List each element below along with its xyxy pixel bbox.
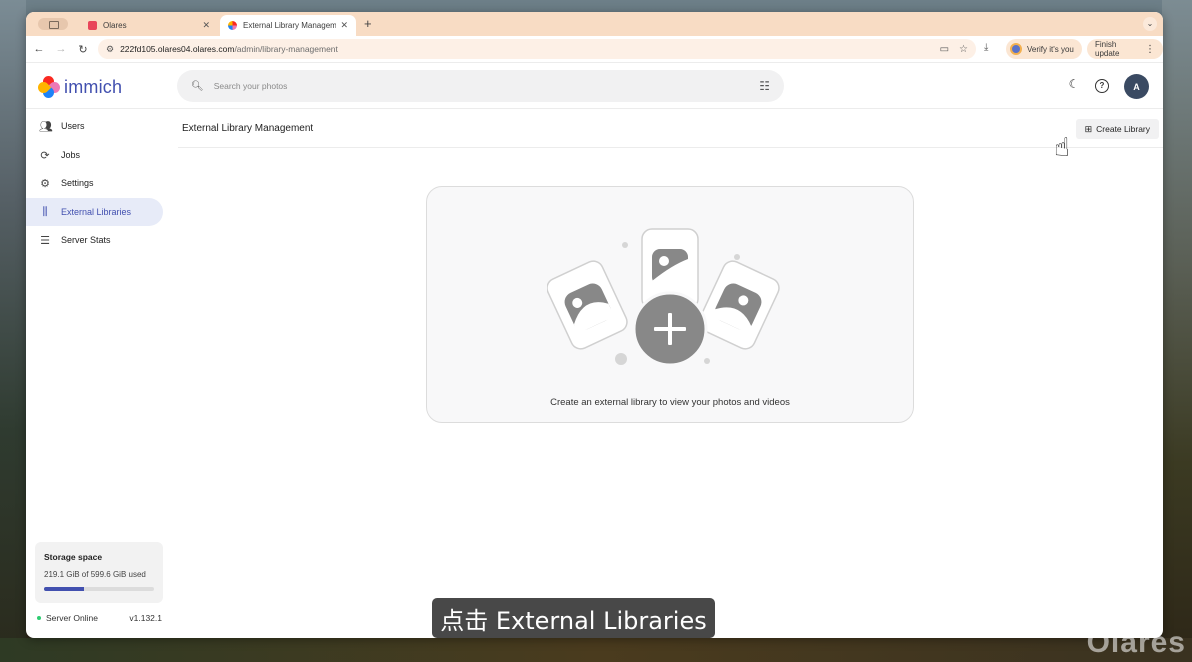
immich-favicon-icon xyxy=(228,21,237,30)
create-library-button[interactable]: ⊞ Create Library xyxy=(1075,119,1159,139)
profile-icon xyxy=(1010,43,1022,55)
tab-olares[interactable]: Olares ✕ xyxy=(80,15,218,36)
app-header: immich 🔍︎ ☷ ☾ ? A xyxy=(26,64,1163,109)
hand-pointer-cursor-icon: ☝ xyxy=(1054,132,1070,162)
user-avatar[interactable]: A xyxy=(1124,74,1149,99)
immich-logo[interactable]: immich xyxy=(35,73,123,101)
close-icon[interactable]: ✕ xyxy=(340,20,348,31)
immich-app: immich 🔍︎ ☷ ☾ ? A 👥︎ Users ⟳ Jobs ⚙ xyxy=(26,64,1163,638)
search-icon: 🔍︎ xyxy=(191,80,204,92)
server-status: Server Online v1.132.1 xyxy=(37,613,162,623)
tab-title: External Library Management xyxy=(243,21,337,30)
verify-profile-button[interactable]: Verify it's you xyxy=(1006,39,1082,59)
storage-used-text: 219.1 GiB of 599.6 GiB used xyxy=(44,570,146,579)
storage-card: Storage space 219.1 GiB of 599.6 GiB use… xyxy=(35,542,163,603)
server-version: v1.132.1 xyxy=(129,613,162,623)
site-settings-icon[interactable]: ⚙ xyxy=(106,44,114,55)
help-icon[interactable]: ? xyxy=(1095,79,1109,93)
browser-toolbar: ← → ↻ ⚙ 222fd105.olares04.olares.com/adm… xyxy=(26,36,1163,63)
video-subtitle: 点击 External Libraries xyxy=(432,598,715,638)
desktop-background-bottom xyxy=(0,638,1192,662)
olares-watermark: Olares xyxy=(1086,626,1186,659)
dark-mode-icon[interactable]: ☾ xyxy=(1066,77,1082,91)
users-icon: 👥︎ xyxy=(39,120,53,133)
desktop-background-left xyxy=(0,0,26,662)
address-bar-actions: ▭ ☆ xyxy=(940,44,968,55)
tab-title: Olares xyxy=(103,21,127,30)
olares-favicon-icon xyxy=(88,21,97,30)
storage-title: Storage space xyxy=(44,552,103,562)
filter-settings-icon[interactable]: ☷ xyxy=(759,79,770,93)
add-box-icon: ⊞ xyxy=(1084,123,1093,134)
page-header: External Library Management ⊞ Create Lib… xyxy=(178,110,1163,148)
tab-search-icon[interactable] xyxy=(38,18,68,30)
finish-update-button[interactable]: Finish update ⋮ xyxy=(1087,39,1163,59)
forward-arrow-icon[interactable]: → xyxy=(50,43,72,55)
library-icon: ⫼ xyxy=(42,205,48,218)
finish-update-label: Finish update xyxy=(1095,40,1120,58)
empty-library-illustration-icon xyxy=(547,228,780,367)
address-bar[interactable]: ⚙ 222fd105.olares04.olares.com/admin/lib… xyxy=(98,39,976,59)
main-content: External Library Management ⊞ Create Lib… xyxy=(178,110,1163,638)
sidebar-item-label: External Libraries xyxy=(61,207,132,217)
tab-strip: Olares ✕ External Library Management ✕ +… xyxy=(26,12,1163,36)
sidebar-item-users[interactable]: 👥︎ Users xyxy=(26,112,163,140)
sync-icon: ⟳ xyxy=(40,149,50,162)
chevron-down-icon[interactable]: ⌄ xyxy=(1143,17,1157,31)
sidebar-item-jobs[interactable]: ⟳ Jobs xyxy=(26,141,163,169)
kebab-menu-icon[interactable]: ⋮ xyxy=(1145,44,1155,55)
create-library-label: Create Library xyxy=(1096,124,1150,134)
logo-text: immich xyxy=(64,76,123,97)
tab-external-library-management[interactable]: External Library Management ✕ xyxy=(220,15,356,36)
empty-state-message: Create an external library to view your … xyxy=(550,397,790,408)
browser-window: Olares ✕ External Library Management ✕ +… xyxy=(26,12,1163,638)
storage-progress-fill xyxy=(44,587,85,591)
sidebar-item-label: Jobs xyxy=(61,150,81,160)
immich-logo-icon xyxy=(35,73,63,101)
cast-icon[interactable]: ▭ xyxy=(940,44,949,55)
bookmark-star-icon[interactable]: ☆ xyxy=(959,44,968,55)
new-tab-plus-icon[interactable]: + xyxy=(364,16,372,31)
admin-sidebar: 👥︎ Users ⟳ Jobs ⚙ Settings ⫼ External Li… xyxy=(26,110,171,638)
server-status-label: Server Online xyxy=(46,613,98,623)
sidebar-item-settings[interactable]: ⚙ Settings xyxy=(26,169,163,197)
sidebar-item-external-libraries[interactable]: ⫼ External Libraries xyxy=(26,198,163,226)
gear-icon: ⚙ xyxy=(40,177,50,190)
status-dot-icon xyxy=(37,616,41,620)
sidebar-item-server-stats[interactable]: ☰ Server Stats xyxy=(26,226,163,254)
url-path: /admin/library-management xyxy=(234,44,338,54)
server-icon: ☰ xyxy=(40,234,50,247)
search-bar: 🔍︎ ☷ xyxy=(177,70,784,102)
verify-label: Verify it's you xyxy=(1027,44,1074,54)
storage-progress-bar xyxy=(44,587,154,591)
back-arrow-icon[interactable]: ← xyxy=(28,43,50,55)
download-icon[interactable]: ⤓ xyxy=(984,42,988,53)
desktop-background-right xyxy=(1162,0,1192,662)
url-host: 222fd105.olares04.olares.com xyxy=(120,44,235,54)
reload-icon[interactable]: ↻ xyxy=(72,43,94,56)
sidebar-item-label: Server Stats xyxy=(61,235,111,245)
sidebar-item-label: Users xyxy=(61,121,85,131)
empty-state-card[interactable]: Create an external library to view your … xyxy=(426,186,914,423)
close-icon[interactable]: ✕ xyxy=(202,20,210,31)
search-input[interactable] xyxy=(213,81,760,91)
page-title: External Library Management xyxy=(182,123,314,134)
sidebar-item-label: Settings xyxy=(61,178,94,188)
